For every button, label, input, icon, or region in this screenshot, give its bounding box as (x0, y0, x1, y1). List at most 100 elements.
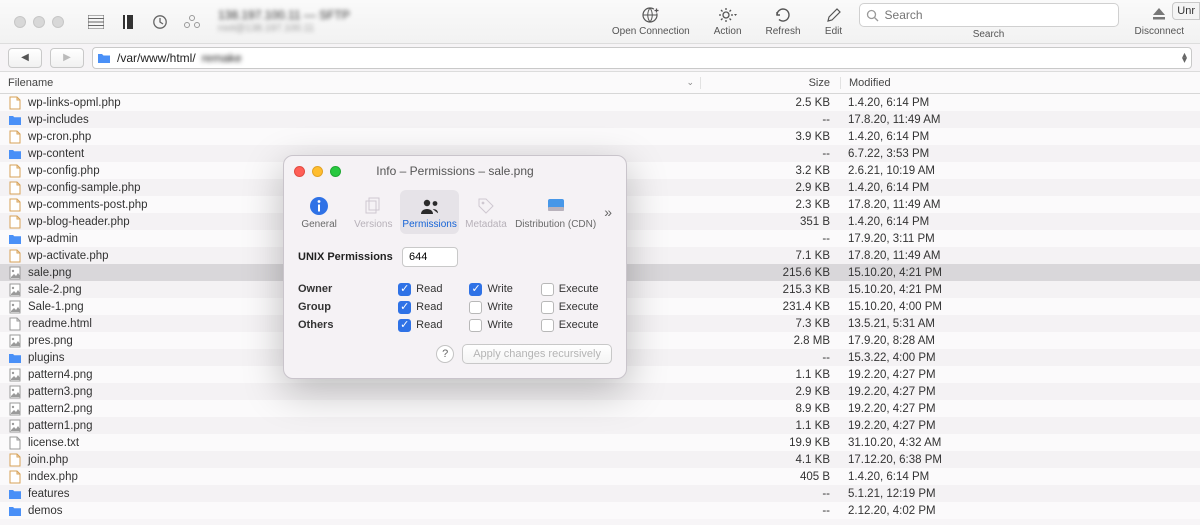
nav-forward-button[interactable]: ▶ (50, 48, 84, 68)
file-modified: 17.8.20, 11:49 AM (840, 250, 1200, 262)
open-connection-button[interactable]: Open Connection (604, 6, 698, 37)
table-row[interactable]: index.php405 B1.4.20, 6:14 PM (0, 468, 1200, 485)
folder-icon (8, 147, 22, 161)
nav-back-button[interactable]: ◀ (8, 48, 42, 68)
file-modified: 1.4.20, 6:14 PM (840, 216, 1200, 228)
perm-group-write[interactable]: Write (469, 301, 540, 314)
file-modified: 15.10.20, 4:00 PM (840, 301, 1200, 313)
overflow-tab[interactable]: Unr (1172, 2, 1200, 20)
unix-permissions-input[interactable] (402, 247, 458, 267)
perm-owner-execute[interactable]: Execute (541, 283, 612, 296)
tab-permissions[interactable]: Permissions (400, 190, 458, 234)
refresh-button[interactable]: Refresh (758, 6, 809, 37)
table-row[interactable]: pattern2.png8.9 KB19.2.20, 4:27 PM (0, 400, 1200, 417)
traffic-minimize[interactable] (33, 16, 45, 28)
file-size: 215.6 KB (700, 267, 840, 279)
file-size: 4.1 KB (700, 454, 840, 466)
perm-owner-read[interactable]: Read (398, 283, 469, 296)
table-row[interactable]: features--5.1.21, 12:19 PM (0, 485, 1200, 502)
table-row[interactable]: demos--2.12.20, 4:02 PM (0, 502, 1200, 519)
file-size: 19.9 KB (700, 437, 840, 449)
tab-general[interactable]: General (292, 190, 346, 234)
table-row[interactable]: join.php4.1 KB17.12.20, 6:38 PM (0, 451, 1200, 468)
file-size: 7.3 KB (700, 318, 840, 330)
tab-distribution[interactable]: Distribution (CDN) (513, 190, 598, 234)
php-icon (8, 96, 22, 110)
drive-icon (545, 196, 567, 216)
file-name: wp-activate.php (28, 250, 109, 262)
eject-icon (1150, 6, 1168, 24)
info-dialog: Info – Permissions – sale.png General Ve… (283, 155, 627, 379)
table-row[interactable]: wp-cron.php3.9 KB1.4.20, 6:14 PM (0, 128, 1200, 145)
table-row[interactable]: pattern3.png 2.9 KB19.2.20, 4:27 PM (0, 383, 1200, 400)
column-modified[interactable]: Modified (840, 77, 1200, 89)
search-input[interactable] (859, 3, 1119, 27)
perm-others-execute[interactable]: Execute (541, 319, 612, 332)
perm-others-write[interactable]: Write (469, 319, 540, 332)
dialog-expand-icon[interactable]: » (598, 204, 618, 220)
file-size: -- (700, 352, 840, 364)
file-name: demos (28, 505, 63, 517)
file-modified: 19.2.20, 4:27 PM (840, 386, 1200, 398)
pencil-icon (825, 6, 843, 24)
edit-button[interactable]: Edit (817, 6, 851, 37)
img-icon (8, 385, 22, 399)
window-traffic-lights[interactable] (14, 16, 64, 28)
path-dropdown-icon[interactable]: ▴▾ (1182, 53, 1187, 63)
file-name: join.php (28, 454, 68, 466)
path-field[interactable]: /var/www/html/remake ▴▾ (92, 47, 1192, 69)
path-bar: ◀ ▶ /var/www/html/remake ▴▾ (0, 44, 1200, 72)
file-name: wp-config.php (28, 165, 100, 177)
file-size: 2.9 KB (700, 386, 840, 398)
file-name: wp-admin (28, 233, 78, 245)
perm-others-read[interactable]: Read (398, 319, 469, 332)
dialog-zoom[interactable] (330, 166, 341, 177)
file-size: 2.9 KB (700, 182, 840, 194)
file-name: pattern2.png (28, 403, 93, 415)
file-name: pattern3.png (28, 386, 93, 398)
file-name: wp-links-opml.php (28, 97, 121, 109)
file-name: plugins (28, 352, 64, 364)
file-name: pres.png (28, 335, 73, 347)
action-button[interactable]: Action (706, 6, 750, 37)
file-modified: 19.2.20, 4:27 PM (840, 403, 1200, 415)
file-name: Sale-1.png (28, 301, 84, 313)
file-modified: 2.6.21, 10:19 AM (840, 165, 1200, 177)
file-size: 405 B (700, 471, 840, 483)
file-name: wp-cron.php (28, 131, 91, 143)
history-icon[interactable] (148, 10, 172, 34)
apply-recursively-button[interactable]: Apply changes recursively (462, 344, 612, 364)
titlebar: 138.197.100.11 — SFTP root@138.197.100.1… (0, 0, 1200, 44)
column-size[interactable]: Size (700, 77, 840, 89)
bonjour-icon[interactable] (180, 10, 204, 34)
perm-group-execute[interactable]: Execute (541, 301, 612, 314)
traffic-zoom[interactable] (52, 16, 64, 28)
dialog-minimize[interactable] (312, 166, 323, 177)
dialog-traffic-lights[interactable] (294, 166, 341, 177)
file-name: sale.png (28, 267, 71, 279)
file-modified: 15.3.22, 4:00 PM (840, 352, 1200, 364)
folder-icon (8, 504, 22, 518)
file-size: 3.2 KB (700, 165, 840, 177)
table-row[interactable]: pattern1.png1.1 KB19.2.20, 4:27 PM (0, 417, 1200, 434)
traffic-close[interactable] (14, 16, 26, 28)
table-row[interactable]: wp-links-opml.php2.5 KB1.4.20, 6:14 PM (0, 94, 1200, 111)
file-size: 2.8 MB (700, 335, 840, 347)
file-name: pattern4.png (28, 369, 93, 381)
view-outline-icon[interactable] (84, 10, 108, 34)
file-modified: 31.10.20, 4:32 AM (840, 437, 1200, 449)
php-icon (8, 130, 22, 144)
php-icon (8, 181, 22, 195)
help-button[interactable]: ? (436, 345, 454, 363)
perm-owner-write[interactable]: Write (469, 283, 540, 296)
table-row[interactable]: license.txt19.9 KB31.10.20, 4:32 AM (0, 434, 1200, 451)
bookmarks-icon[interactable] (116, 10, 140, 34)
column-filename[interactable]: Filename ⌄ (0, 77, 700, 89)
img-icon (8, 266, 22, 280)
people-icon (418, 196, 442, 216)
file-size: 3.9 KB (700, 131, 840, 143)
table-row[interactable]: wp-includes--17.8.20, 11:49 AM (0, 111, 1200, 128)
dialog-close[interactable] (294, 166, 305, 177)
perm-group-read[interactable]: Read (398, 301, 469, 314)
file-name: wp-content (28, 148, 84, 160)
